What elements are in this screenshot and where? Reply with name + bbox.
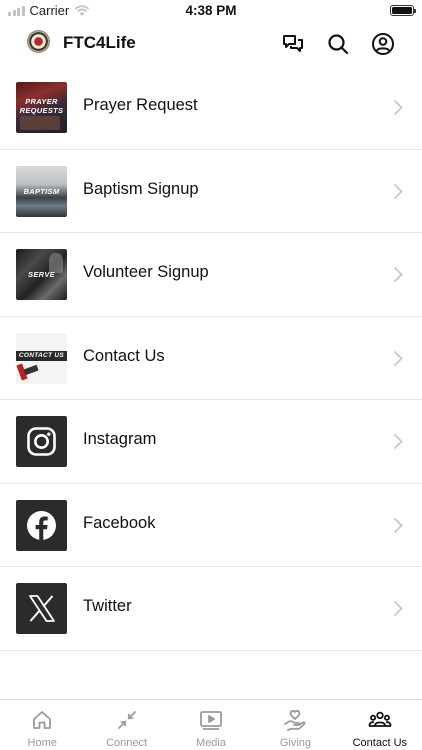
chevron-right-icon bbox=[393, 99, 403, 116]
facebook-icon bbox=[16, 499, 67, 551]
tab-contact-us[interactable]: Contact Us bbox=[338, 700, 422, 750]
list-item-instagram[interactable]: Instagram bbox=[0, 400, 422, 484]
baptism-thumbnail: BAPTISM bbox=[16, 165, 67, 217]
list-item-label: Twitter bbox=[83, 597, 132, 615]
status-bar: Carrier 4:38 PM bbox=[0, 0, 422, 22]
list-item-label: Baptism Signup bbox=[83, 179, 199, 198]
chevron-right-icon bbox=[393, 266, 403, 283]
list-item-label: Volunteer Signup bbox=[83, 263, 209, 281]
list-item-facebook[interactable]: Facebook bbox=[0, 484, 422, 567]
chevron-right-icon bbox=[393, 600, 403, 617]
serve-thumb-text: SERVE bbox=[28, 270, 55, 279]
account-icon[interactable] bbox=[370, 31, 396, 57]
chevron-right-icon bbox=[393, 517, 403, 533]
list-item-prayer-request[interactable]: PRAYER REQUESTS Prayer Request bbox=[0, 66, 422, 150]
search-icon[interactable] bbox=[325, 31, 351, 57]
giving-icon bbox=[283, 708, 307, 732]
app-header: FTC4Life bbox=[0, 22, 422, 66]
battery-icon bbox=[390, 5, 416, 16]
tab-label: Media bbox=[196, 737, 226, 749]
tab-media[interactable]: Media bbox=[169, 700, 253, 750]
list-item-label: Contact Us bbox=[83, 346, 165, 365]
tab-label: Giving bbox=[279, 737, 312, 749]
chevron-right-icon bbox=[393, 433, 403, 450]
people-icon bbox=[368, 708, 392, 732]
tab-giving[interactable]: Giving bbox=[253, 700, 337, 750]
list-item-twitter[interactable]: Twitter bbox=[0, 567, 422, 651]
tab-bar: Home Connect Media Giving Contact Us bbox=[0, 699, 422, 750]
serve-thumbnail: SERVE bbox=[16, 249, 67, 300]
x-twitter-icon bbox=[16, 583, 67, 634]
chat-bubbles-icon[interactable] bbox=[280, 31, 306, 57]
contact-us-thumbnail: CONTACT US bbox=[16, 332, 67, 384]
chevron-right-icon bbox=[393, 350, 403, 366]
list-item-label: Prayer Request bbox=[83, 96, 198, 114]
list-item-contact-us[interactable]: CONTACT US Contact Us bbox=[0, 317, 422, 400]
home-icon bbox=[30, 708, 54, 732]
tab-label: Home bbox=[27, 737, 57, 749]
tab-connect[interactable]: Connect bbox=[84, 700, 168, 750]
prayer-requests-thumbnail: PRAYER REQUESTS bbox=[16, 82, 67, 133]
prayer-requests-thumb-text: PRAYER REQUESTS bbox=[19, 97, 64, 115]
tab-label: Contact Us bbox=[352, 737, 408, 749]
chevron-right-icon bbox=[393, 183, 403, 199]
contact-us-thumb-text: CONTACT US bbox=[18, 352, 65, 359]
list-item-baptism-signup[interactable]: BAPTISM Baptism Signup bbox=[0, 150, 422, 233]
list-item-label: Facebook bbox=[83, 513, 156, 532]
instagram-icon bbox=[16, 416, 67, 467]
tab-home[interactable]: Home bbox=[0, 700, 84, 750]
app-title: FTC4Life bbox=[63, 33, 136, 52]
tab-label: Connect bbox=[106, 737, 148, 749]
list-item-volunteer-signup[interactable]: SERVE Volunteer Signup bbox=[0, 233, 422, 317]
menu-list: PRAYER REQUESTS Prayer Request BAPTISM B… bbox=[0, 66, 422, 651]
connect-icon bbox=[115, 708, 139, 732]
baptism-thumb-text: BAPTISM bbox=[23, 186, 60, 196]
app-logo[interactable] bbox=[27, 30, 50, 53]
media-icon bbox=[199, 708, 223, 732]
status-time: 4:38 PM bbox=[185, 3, 237, 18]
list-item-label: Instagram bbox=[83, 430, 157, 448]
